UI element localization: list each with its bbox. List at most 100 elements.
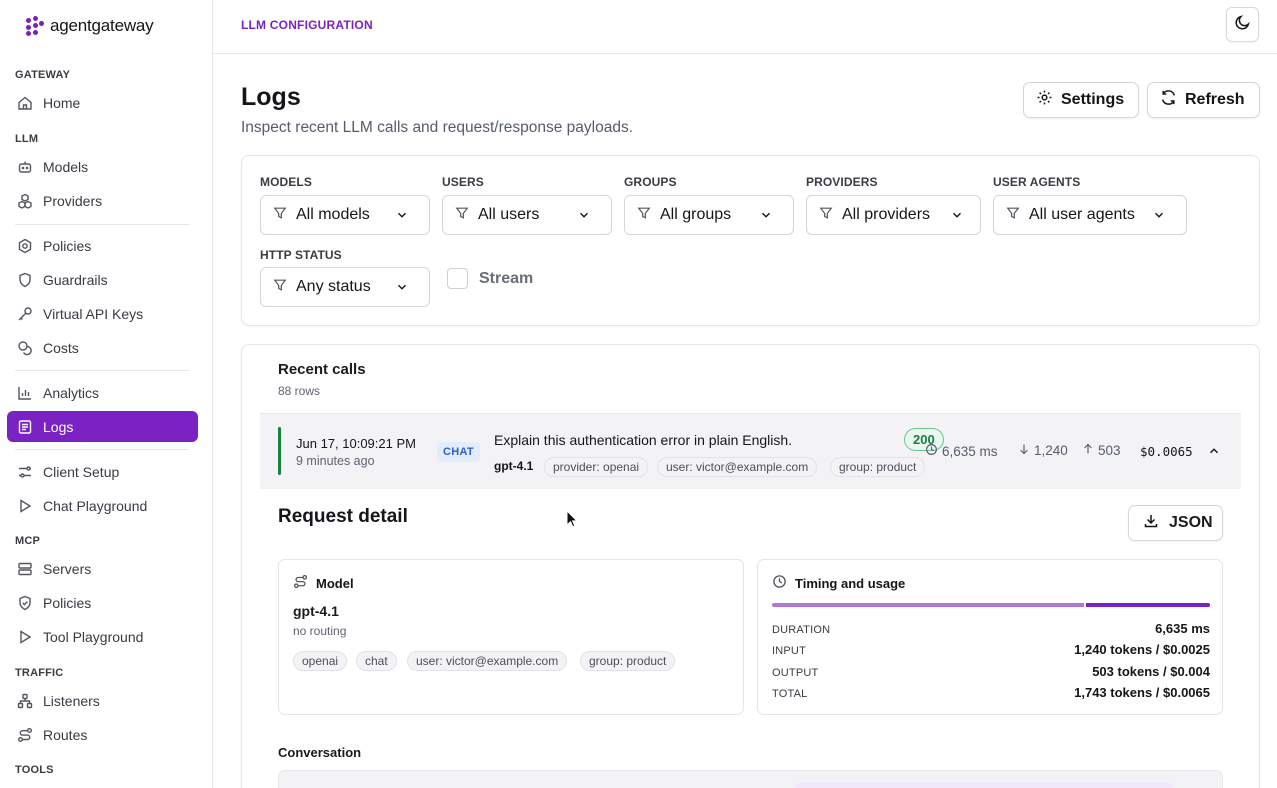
timing-card-header: Timing and usage	[772, 574, 905, 592]
json-label: JSON	[1169, 514, 1213, 531]
key-icon	[16, 305, 33, 322]
boxes-icon	[16, 192, 33, 209]
chevron-down-icon	[395, 208, 409, 227]
refresh-button[interactable]: Refresh	[1147, 82, 1260, 118]
http-status-filter-select[interactable]: Any status	[260, 267, 430, 307]
tokens-in-value: 1,240	[1034, 443, 1068, 458]
section-llm: LLM	[15, 133, 39, 145]
bar-chart-icon	[16, 384, 33, 401]
sidebar-item-routes[interactable]: Routes	[7, 719, 198, 750]
providers-filter-label: PROVIDERS	[806, 175, 878, 189]
clock-icon	[925, 443, 938, 459]
sidebar-item-servers[interactable]: Servers	[7, 553, 198, 584]
sidebar-item-home[interactable]: Home	[7, 87, 198, 118]
logo[interactable]: agentgateway	[26, 16, 154, 36]
topbar-title: LLM CONFIGURATION	[241, 18, 373, 32]
http-status-filter-value: Any status	[296, 278, 371, 295]
play-icon	[16, 628, 33, 645]
sidebar-item-listeners[interactable]: Listeners	[7, 685, 198, 716]
divider	[15, 449, 189, 450]
provider-chip: provider: openai	[544, 457, 649, 477]
recent-calls-count: 88 rows	[278, 384, 321, 398]
shield-check-icon	[16, 594, 33, 611]
sidebar-item-logs[interactable]: Logs	[7, 411, 198, 442]
groups-filter-select[interactable]: All groups	[624, 195, 794, 235]
row-relative-time: 9 minutes ago	[296, 454, 375, 468]
tag-chip: chat	[356, 651, 397, 671]
stream-label: Stream	[479, 270, 534, 287]
sidebar-item-tool-playground[interactable]: Tool Playground	[7, 621, 198, 652]
brand-name: agentgateway	[50, 16, 154, 35]
sidebar-item-costs[interactable]: Costs	[7, 332, 198, 363]
moon-icon	[1234, 14, 1251, 36]
http-status-filter-label: HTTP STATUS	[260, 248, 342, 262]
sidebar-item-mcp-policies[interactable]: Policies	[7, 587, 198, 618]
sidebar-item-client-setup[interactable]: Client Setup	[7, 456, 198, 487]
models-filter-select[interactable]: All models	[260, 195, 430, 235]
user-agents-filter-select[interactable]: All user agents	[993, 195, 1187, 235]
settings-label: Settings	[1061, 91, 1125, 108]
sidebar-item-providers[interactable]: Providers	[7, 185, 198, 216]
sidebar-item-label: Providers	[43, 192, 103, 209]
theme-toggle-button[interactable]	[1226, 7, 1259, 42]
agentgateway-logo-icon	[26, 16, 44, 36]
timing-key: DURATION	[772, 624, 831, 636]
sidebar-item-policies[interactable]: Policies	[7, 230, 198, 261]
logs-icon	[16, 418, 33, 435]
model-card-header: Model	[293, 574, 354, 592]
tag-chip: group: product	[580, 651, 676, 671]
conversation-title: Conversation	[278, 745, 362, 760]
model-card-heading: Model	[316, 575, 354, 591]
routing-icon	[293, 574, 308, 592]
output-tokens-segment	[1085, 603, 1210, 607]
mouse-cursor-icon	[566, 509, 579, 533]
route-icon	[16, 726, 33, 743]
timing-key: INPUT	[772, 645, 806, 657]
timing-card-heading: Timing and usage	[795, 575, 906, 591]
stream-checkbox[interactable]	[447, 268, 468, 289]
clock-icon	[772, 574, 787, 592]
sidebar-item-label: Logs	[43, 418, 74, 435]
page-title: Logs	[241, 83, 301, 111]
topbar: LLM CONFIGURATION	[213, 0, 1277, 54]
arrow-up-icon	[1082, 443, 1094, 458]
status-indicator	[278, 427, 281, 475]
sidebar-item-virtual-api-keys[interactable]: Virtual API Keys	[7, 298, 198, 329]
table-row[interactable]: Jun 17, 10:09:21 PM 9 minutes ago CHAT E…	[260, 413, 1241, 489]
timing-value: 503 tokens / $0.004	[1092, 664, 1210, 679]
divider	[15, 370, 189, 371]
timing-row-total: TOTAL 1,743 tokens / $0.0065	[772, 685, 1210, 700]
sidebar-item-label: Chat Playground	[43, 497, 148, 514]
user-agents-filter-value: All user agents	[1029, 206, 1135, 223]
divider	[15, 224, 189, 225]
timing-value: 6,635 ms	[1155, 621, 1210, 636]
settings-button[interactable]: Settings	[1023, 82, 1139, 118]
model-card: Model gpt-4.1 no routing openai chat use…	[278, 559, 744, 715]
chevron-up-icon	[1207, 445, 1221, 462]
collapse-row-button[interactable]	[1207, 444, 1221, 463]
request-detail-title: Request detail	[278, 506, 408, 527]
group-chip: group: product	[830, 457, 926, 477]
timing-key: OUTPUT	[772, 667, 819, 679]
refresh-icon	[1160, 89, 1177, 111]
sidebar-item-chat-playground[interactable]: Chat Playground	[7, 490, 198, 521]
sidebar-item-label: Client Setup	[43, 463, 120, 480]
row-model: gpt-4.1	[494, 459, 534, 473]
model-name: gpt-4.1	[293, 603, 339, 619]
timing-row-duration: DURATION 6,635 ms	[772, 621, 1210, 636]
sidebar: agentgateway GATEWAY Home LLM Models Pro…	[0, 0, 213, 788]
groups-filter-value: All groups	[660, 206, 732, 223]
providers-filter-select[interactable]: All providers	[806, 195, 981, 235]
models-filter-value: All models	[296, 206, 370, 223]
recent-calls-title: Recent calls	[278, 361, 366, 378]
download-json-button[interactable]: JSON	[1128, 505, 1223, 541]
sidebar-item-label: Virtual API Keys	[43, 305, 144, 322]
sidebar-item-models[interactable]: Models	[7, 151, 198, 182]
timing-card: Timing and usage DURATION 6,635 ms INPUT…	[757, 559, 1223, 715]
users-filter-select[interactable]: All users	[442, 195, 612, 235]
sidebar-item-guardrails[interactable]: Guardrails	[7, 264, 198, 295]
timing-row-input: INPUT 1,240 tokens / $0.0025	[772, 642, 1210, 657]
sidebar-item-analytics[interactable]: Analytics	[7, 377, 198, 408]
tokens-out-value: 503	[1098, 443, 1121, 458]
timing-key: TOTAL	[772, 688, 808, 700]
